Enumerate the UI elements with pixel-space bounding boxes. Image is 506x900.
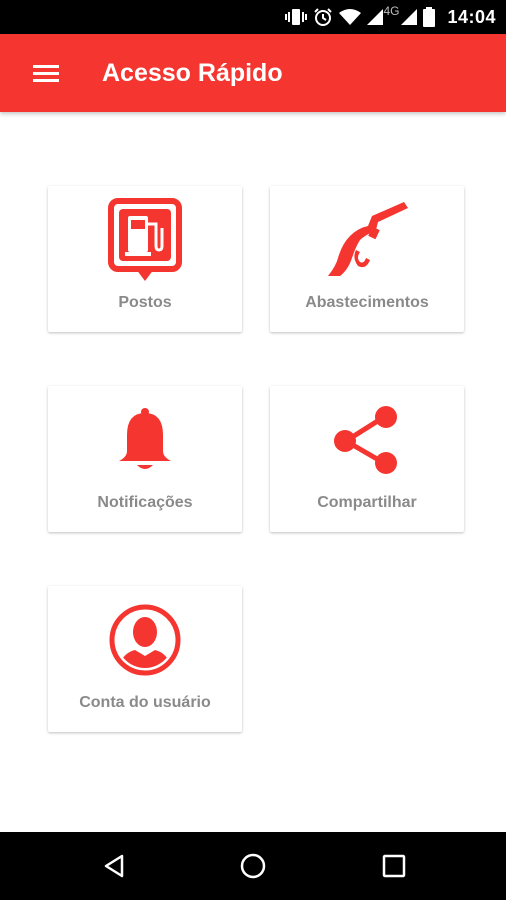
tile-abastecimentos[interactable]: Abastecimentos [270, 186, 464, 332]
home-button[interactable] [213, 832, 293, 900]
signal-icon [401, 9, 418, 25]
recents-button[interactable] [354, 832, 434, 900]
vibrate-icon [285, 8, 308, 26]
tile-compartilhar[interactable]: Compartilhar [270, 386, 464, 532]
status-icons: 4G 14:04 [279, 0, 506, 34]
alarm-icon [313, 7, 333, 27]
status-bar: 4G 14:04 [0, 0, 506, 34]
recents-icon [382, 854, 406, 878]
battery-icon [423, 7, 436, 27]
fuel-nozzle-icon [270, 194, 464, 286]
clock: 14:04 [447, 6, 496, 27]
back-button[interactable] [74, 832, 154, 900]
app-bar: Acesso Rápido [0, 34, 506, 112]
tile-label: Postos [118, 294, 172, 311]
tile-label: Conta do usuário [79, 694, 211, 711]
menu-button[interactable] [24, 55, 68, 91]
wifi-icon [339, 9, 362, 25]
home-icon [240, 853, 266, 879]
user-account-icon [48, 594, 242, 686]
tile-conta-usuario[interactable]: Conta do usuário [48, 586, 242, 732]
tile-label: Abastecimentos [305, 294, 429, 311]
bell-icon [48, 394, 242, 486]
system-nav-bar [0, 832, 506, 900]
signal-icon [367, 9, 384, 25]
page-title: Acesso Rápido [102, 59, 283, 87]
gas-station-pin-icon [48, 194, 242, 286]
network-type: 4G [383, 4, 400, 18]
hamburger-menu-icon [33, 65, 59, 82]
back-icon [104, 854, 124, 878]
tile-notificacoes[interactable]: Notificações [48, 386, 242, 532]
tile-postos[interactable]: Postos [48, 186, 242, 332]
tile-label: Notificações [97, 494, 193, 511]
tile-label: Compartilhar [317, 494, 417, 511]
share-icon [270, 394, 464, 486]
